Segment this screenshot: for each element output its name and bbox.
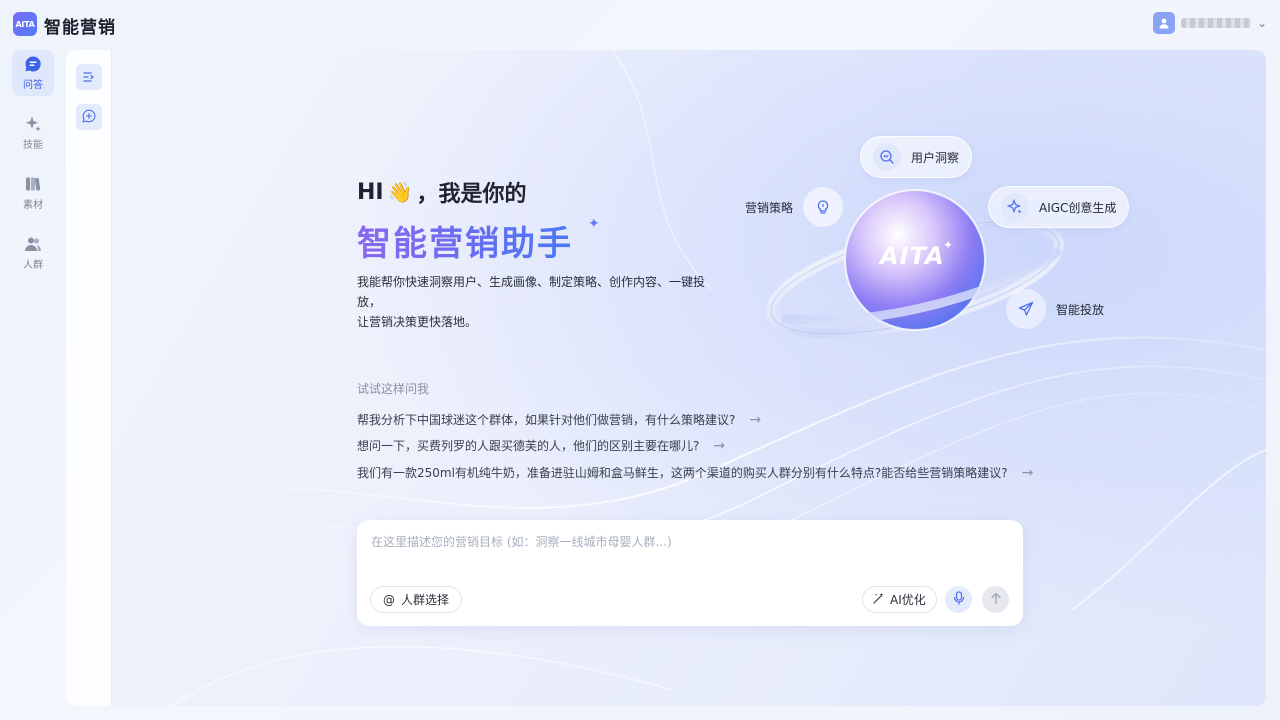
ai-optimize-icon	[873, 592, 885, 607]
send-button[interactable]	[982, 586, 1009, 613]
planet-center-text: AITA	[880, 242, 945, 270]
suggestion-text: 帮我分析下中国球迷这个群体，如果针对他们做营销，有什么策略建议?	[357, 413, 736, 427]
nav-item-materials[interactable]: 素材	[12, 170, 54, 216]
books-icon	[24, 175, 42, 193]
nav-item-audience[interactable]: 人群	[12, 230, 54, 276]
goal-input[interactable]	[371, 532, 1001, 552]
at-icon: @	[383, 592, 395, 607]
collapse-list-icon	[83, 68, 95, 87]
chip-pill: AIGC创意生成	[988, 186, 1130, 228]
secondary-sidebar	[66, 50, 112, 706]
greeting-hi: HI	[357, 179, 384, 205]
sparkle-icon: ✦	[943, 238, 954, 252]
greeting-tail: ，我是你的	[416, 182, 527, 207]
chip-user-insight[interactable]: 用户洞察	[860, 136, 973, 178]
ai-optimize-button[interactable]: AI优化	[862, 586, 937, 613]
microphone-icon	[953, 590, 965, 609]
audience-select-label: 人群选择	[401, 593, 450, 607]
username-redacted	[1180, 18, 1251, 28]
chat-icon	[24, 55, 42, 73]
nav-label: 问答	[23, 80, 43, 91]
suggestion-item[interactable]: 我们有一款250ml有机纯牛奶，准备进驻山姆和盒马鲜生，这两个渠道的购买人群分别…	[357, 464, 1033, 481]
chip-smart-delivery[interactable]: 智能投放	[998, 288, 1104, 330]
sparkle-icon	[24, 115, 42, 133]
app-title: 智能营销	[44, 18, 116, 38]
audience-select-button[interactable]: @ 人群选择	[370, 586, 463, 613]
send-arrow-icon	[989, 590, 1003, 609]
user-menu[interactable]: ⌄	[1152, 12, 1267, 34]
nav-label: 素材	[23, 200, 43, 211]
message-composer: @ 人群选择 AI优化	[357, 520, 1023, 626]
suggestions-label: 试试这样问我	[357, 382, 430, 396]
chevron-down-icon[interactable]: ⌄	[1257, 16, 1267, 30]
people-icon	[24, 235, 42, 253]
suggestion-item[interactable]: 想问一下，买费列罗的人跟买德芙的人，他们的区别主要在哪儿? →	[357, 437, 725, 454]
waving-hand-icon: 👋	[387, 180, 413, 204]
hero-title: 智能营销助手	[357, 216, 573, 265]
suggestion-text: 我们有一款250ml有机纯牛奶，准备进驻山姆和盒马鲜生，这两个渠道的购买人群分别…	[357, 466, 1008, 480]
chip-pill: 用户洞察	[860, 136, 973, 178]
sparkle-icon	[1001, 193, 1029, 221]
new-chat-icon	[82, 108, 96, 127]
arrow-right-icon: →	[1021, 464, 1034, 481]
arrow-right-icon: →	[713, 437, 726, 454]
chip-label: 营销策略	[745, 200, 794, 215]
nav-label: 人群	[23, 260, 43, 271]
hero-description-line: 让营销决策更快落地。	[357, 315, 478, 329]
chip-pill: 营销策略	[745, 186, 844, 228]
bulb-icon	[803, 187, 844, 227]
main-nav: 问答 技能 素材 人群	[12, 50, 54, 290]
arrow-right-icon: →	[749, 411, 762, 428]
app-logo[interactable]: AITA	[13, 12, 37, 36]
sparkle-icon: ✦	[588, 216, 600, 232]
suggestion-item[interactable]: 帮我分析下中国球迷这个群体，如果针对他们做营销，有什么策略建议? →	[357, 411, 761, 428]
toggle-sidebar-button[interactable]	[76, 64, 102, 90]
chip-label: 用户洞察	[911, 150, 960, 165]
send-icon	[1006, 289, 1046, 329]
user-avatar-icon[interactable]	[1152, 12, 1175, 34]
new-chat-button[interactable]	[76, 104, 102, 130]
chip-label: 智能投放	[1056, 302, 1105, 317]
voice-input-button[interactable]	[945, 586, 972, 613]
top-bar: AITA 智能营销 ⌄	[0, 0, 1280, 50]
hero-description-line: 我能帮你快速洞察用户、生成画像、制定策略、创作内容、一键投放，	[357, 275, 706, 309]
nav-label: 技能	[23, 140, 43, 151]
chip-pill: 智能投放	[998, 288, 1104, 330]
chip-marketing-strategy[interactable]: 营销策略	[745, 186, 844, 228]
nav-item-qa[interactable]: 问答	[12, 50, 54, 96]
chip-aigc-creative[interactable]: AIGC创意生成	[988, 186, 1130, 228]
suggestion-text: 想问一下，买费列罗的人跟买德芙的人，他们的区别主要在哪儿?	[357, 439, 700, 453]
nav-item-skills[interactable]: 技能	[12, 110, 54, 156]
hero-description: 我能帮你快速洞察用户、生成画像、制定策略、创作内容、一键投放， 让营销决策更快落…	[357, 272, 727, 332]
insight-icon	[873, 143, 901, 171]
greeting-line: HI 👋 ，我是你的	[357, 176, 527, 208]
chip-label: AIGC创意生成	[1039, 200, 1117, 215]
ai-optimize-label: AI优化	[890, 593, 926, 607]
